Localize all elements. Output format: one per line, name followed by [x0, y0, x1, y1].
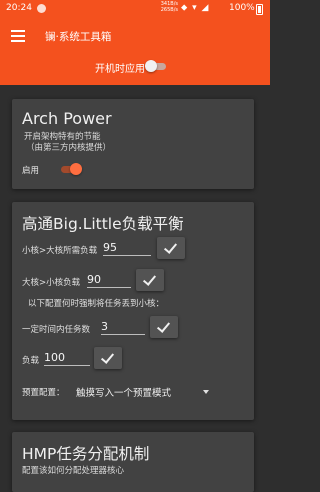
- arch-power-desc-line2: （由第三方内核提供）: [26, 143, 112, 153]
- boot-apply-label: 开机时应用: [95, 64, 145, 75]
- signal-wifi-icon: ⬥ ▾ ◢: [181, 3, 210, 13]
- load-apply-button[interactable]: [94, 347, 122, 369]
- battery-percent: 100%: [229, 3, 255, 13]
- battery-icon: [256, 4, 263, 15]
- app-bar: 镧·系统工具箱 开机时应用: [0, 17, 270, 85]
- up-threshold-apply-button[interactable]: [157, 237, 185, 259]
- hmp-balance-card: 高通Big.Little负载平衡 小核>大核所需负载 95 大核>小核负载 90…: [12, 202, 254, 420]
- hmp-balance-title: 高通Big.Little负载平衡: [22, 215, 184, 233]
- arch-power-enable-switch[interactable]: [61, 163, 83, 175]
- boot-apply-switch[interactable]: [145, 60, 166, 72]
- preset-label: 预置配置：: [22, 388, 65, 398]
- network-speed: 341B/s 265B/s: [158, 1, 178, 13]
- preset-dropdown[interactable]: 触摸写入一个预置模式: [76, 385, 171, 399]
- down-threshold-apply-button[interactable]: [136, 269, 164, 291]
- hmp-sched-card: HMP任务分配机制 配置该如何分配处理器核心: [12, 432, 254, 492]
- arch-power-description: 开启架构特有的节能 （由第三方内核提供）: [24, 132, 111, 154]
- up-threshold-label: 小核>大核所需负载: [22, 246, 98, 256]
- load-input[interactable]: 100: [44, 351, 90, 366]
- down-threshold-label: 大核>小核负载: [22, 278, 81, 288]
- status-bar: 20:24 341B/s 265B/s ⬥ ▾ ◢ 100%: [0, 0, 270, 17]
- task-count-label: 一定时间内任务数: [22, 325, 91, 335]
- force-small-core-note: 以下配置何时强制将任务丢到小核：: [28, 299, 165, 309]
- arch-power-desc-line1: 开启架构特有的节能: [24, 132, 101, 142]
- menu-icon[interactable]: [11, 30, 25, 42]
- task-count-apply-button[interactable]: [150, 316, 178, 338]
- hmp-sched-description: 配置该如何分配处理器核心: [22, 466, 125, 476]
- arch-power-card: Arch Power 开启架构特有的节能 （由第三方内核提供） 启用: [12, 99, 254, 189]
- dropdown-arrow-icon[interactable]: [203, 390, 209, 394]
- down-threshold-input[interactable]: 90: [87, 273, 131, 288]
- arch-power-title: Arch Power: [22, 109, 112, 128]
- page-title: 镧·系统工具箱: [45, 31, 112, 43]
- up-threshold-input[interactable]: 95: [103, 241, 151, 256]
- net-down: 265B/s: [160, 7, 178, 13]
- task-count-input[interactable]: 3: [101, 320, 145, 335]
- load-label: 负载: [22, 356, 40, 366]
- arch-power-enable-label: 启用: [22, 166, 40, 176]
- notification-icon: [37, 4, 46, 13]
- hmp-sched-title: HMP任务分配机制: [22, 445, 150, 463]
- status-time: 20:24: [6, 3, 32, 13]
